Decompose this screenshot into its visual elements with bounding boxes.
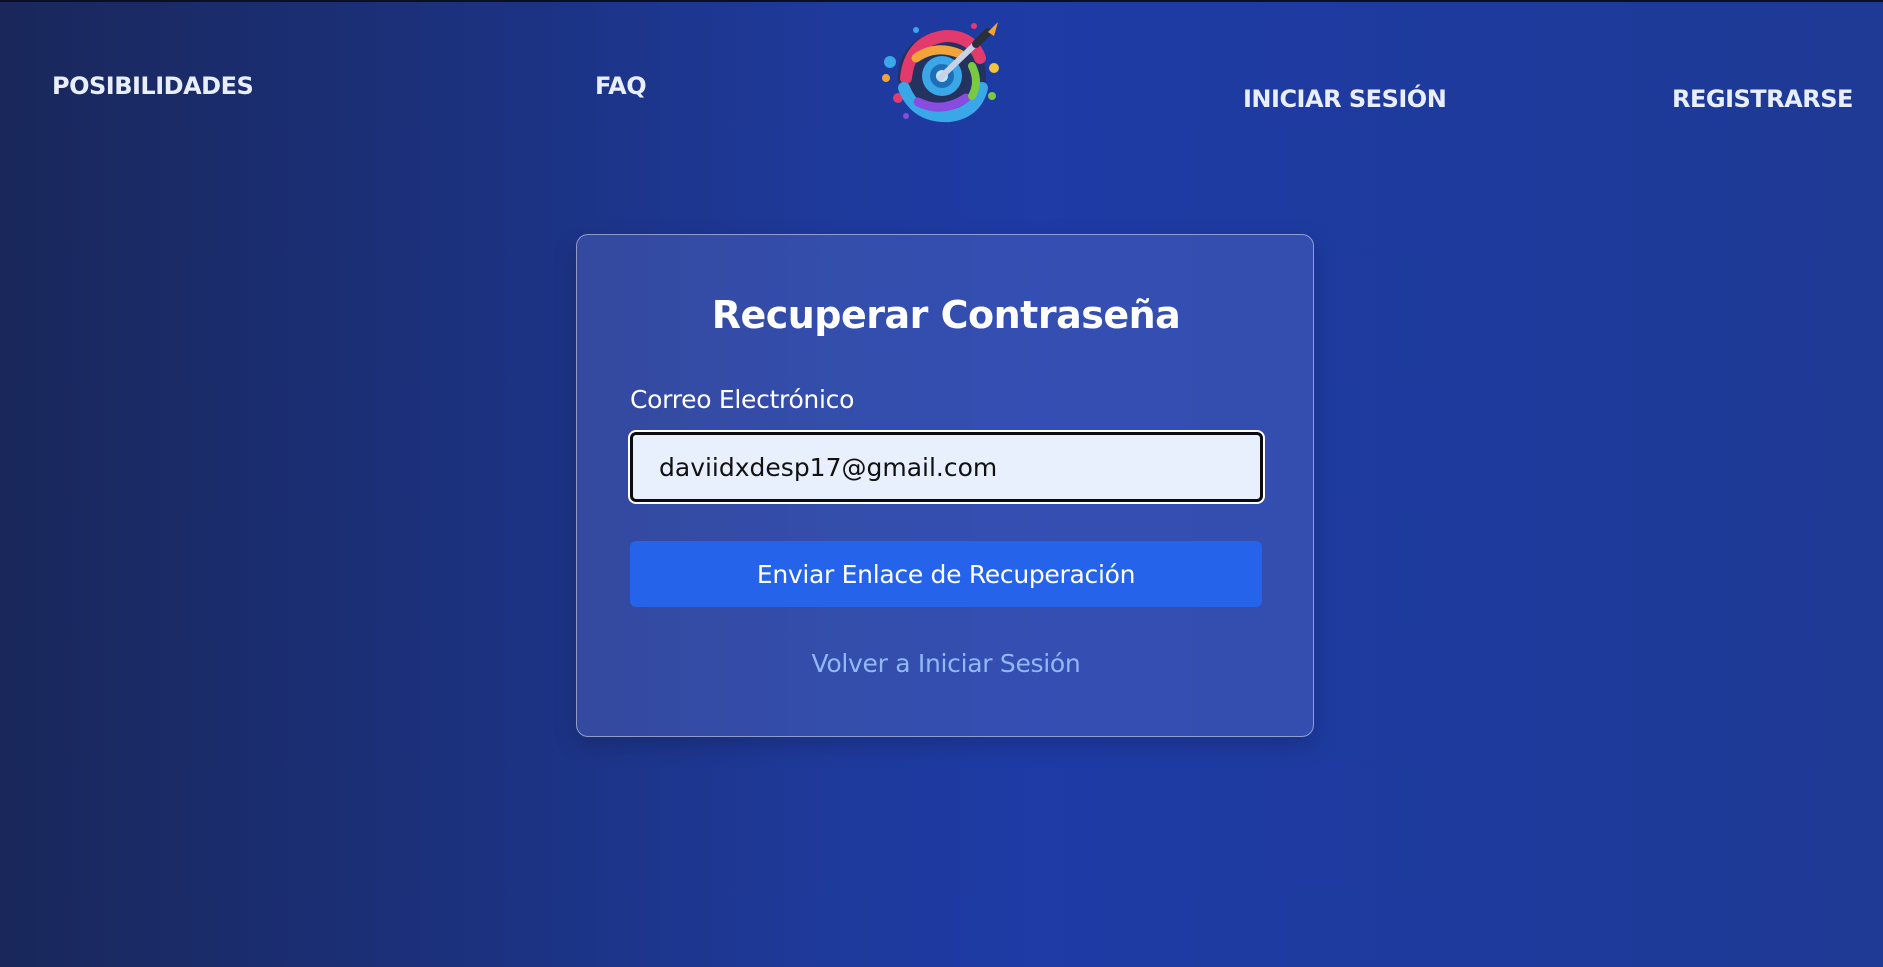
password-recovery-card: Recuperar Contraseña Correo Electrónico … [576,234,1314,737]
nav-link-faq[interactable]: FAQ [595,72,647,100]
page-title: Recuperar Contraseña [711,293,1181,337]
brand-logo-icon[interactable] [876,18,1008,130]
send-recovery-link-button[interactable]: Enviar Enlace de Recuperación [630,541,1262,607]
back-to-login-link[interactable]: Volver a Iniciar Sesión [577,649,1315,678]
email-label: Correo Electrónico [630,385,855,414]
top-border [0,0,1883,2]
nav-link-posibilidades[interactable]: POSIBILIDADES [52,72,254,100]
nav-link-registrarse[interactable]: REGISTRARSE [1672,85,1853,113]
nav-link-iniciar-sesion[interactable]: INICIAR SESIÓN [1243,85,1447,113]
email-field[interactable] [628,430,1265,504]
